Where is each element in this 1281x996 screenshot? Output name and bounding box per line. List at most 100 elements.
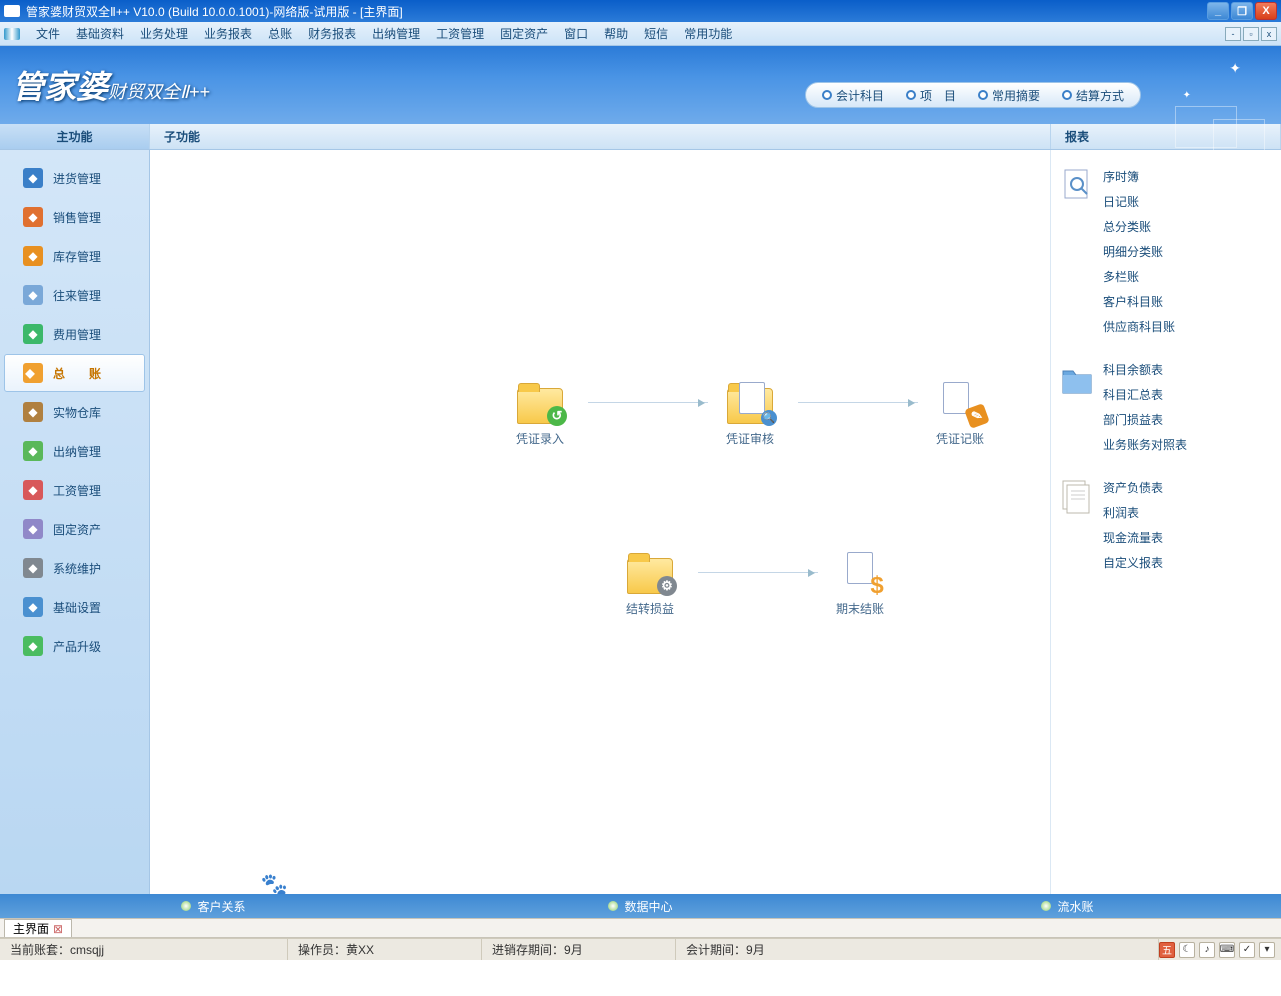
sidebar-item-系统维护[interactable]: ◆系统维护 (4, 549, 145, 587)
menu-财务报表[interactable]: 财务报表 (300, 27, 364, 41)
report-link[interactable]: 科目余额表 (1103, 361, 1187, 378)
bottom-tab-bar: 客户关系数据中心流水账 (0, 894, 1281, 918)
status-account: 当前账套：cmsqjj (0, 939, 288, 960)
report-link[interactable]: 序时簿 (1103, 168, 1175, 185)
close-tab-icon[interactable]: ⊠ (53, 922, 63, 936)
report-link[interactable]: 总分类账 (1103, 218, 1175, 235)
arrow-icon (798, 402, 918, 403)
sidebar-icon: ◆ (23, 324, 43, 344)
flow-voucher-entry[interactable]: ↺ 凭证录入 (500, 380, 580, 447)
quick-access-pill: 会计科目 项 目 常用摘要 结算方式 (805, 82, 1141, 108)
arrow-icon (698, 572, 818, 573)
quick-项 目[interactable]: 项 目 (906, 87, 956, 104)
report-link[interactable]: 利润表 (1103, 504, 1163, 521)
flow-voucher-audit[interactable]: 🔍 凭证审核 (710, 380, 790, 447)
sidebar-item-实物仓库[interactable]: ◆实物仓库 (4, 393, 145, 431)
sidebar-icon: ◆ (23, 597, 43, 617)
status-stock-period: 进销存期间：9月 (482, 939, 676, 960)
bullet-icon (978, 90, 988, 100)
menu-总账[interactable]: 总账 (260, 27, 300, 41)
report-link[interactable]: 部门损益表 (1103, 411, 1187, 428)
document-tabs: 主界面⊠ (0, 918, 1281, 938)
tray-icon[interactable]: 五 (1159, 942, 1175, 958)
sidebar-icon: ◆ (23, 363, 43, 383)
report-link[interactable]: 供应商科目账 (1103, 318, 1175, 335)
quick-会计科目[interactable]: 会计科目 (822, 87, 884, 104)
report-link[interactable]: 现金流量表 (1103, 529, 1163, 546)
close-button[interactable]: X (1255, 2, 1277, 20)
mdi-minimize-icon[interactable]: - (1225, 27, 1241, 41)
menu-基础资料[interactable]: 基础资料 (68, 27, 132, 41)
maximize-button[interactable]: ❐ (1231, 2, 1253, 20)
mdi-close-icon[interactable]: x (1261, 27, 1277, 41)
sidebar-item-进货管理[interactable]: ◆进货管理 (4, 159, 145, 197)
report-link[interactable]: 资产负债表 (1103, 479, 1163, 496)
dot-icon (608, 901, 618, 911)
flow-voucher-post[interactable]: ✎ 凭证记账 (920, 380, 1000, 447)
report-link[interactable]: 业务账务对照表 (1103, 436, 1187, 453)
minimize-button[interactable]: _ (1207, 2, 1229, 20)
report-link[interactable]: 自定义报表 (1103, 554, 1163, 571)
document-icon (1061, 479, 1093, 517)
tray-icon[interactable]: ☾ (1179, 942, 1195, 958)
menu-文件[interactable]: 文件 (28, 27, 68, 41)
flow-period-close[interactable]: $ 期末结账 (820, 550, 900, 617)
sidebar-label: 总 账 (53, 365, 107, 382)
sidebar-icon: ◆ (23, 207, 43, 227)
sidebar-item-产品升级[interactable]: ◆产品升级 (4, 627, 145, 665)
sidebar-header: 主功能 (0, 124, 150, 149)
bottom-tab-流水账[interactable]: 流水账 (854, 898, 1281, 915)
statusbar: 当前账套：cmsqjj 操作员：黄XX 进销存期间：9月 会计期间：9月 五 ☾… (0, 938, 1281, 960)
tray-icon[interactable]: ⌨ (1219, 942, 1235, 958)
quick-常用摘要[interactable]: 常用摘要 (978, 87, 1040, 104)
status-operator: 操作员：黄XX (288, 939, 482, 960)
report-link[interactable]: 多栏账 (1103, 268, 1175, 285)
sidebar-icon: ◆ (23, 480, 43, 500)
sidebar-item-总 账[interactable]: ◆ 总 账 (4, 354, 145, 392)
mdi-restore-icon[interactable]: ▫ (1243, 27, 1259, 41)
report-link[interactable]: 明细分类账 (1103, 243, 1175, 260)
menu-出纳管理[interactable]: 出纳管理 (364, 27, 428, 41)
tray-icon[interactable]: ▾ (1259, 942, 1275, 958)
menu-短信[interactable]: 短信 (636, 27, 676, 41)
menu-业务处理[interactable]: 业务处理 (132, 27, 196, 41)
sidebar-item-库存管理[interactable]: ◆库存管理 (4, 237, 145, 275)
report-link[interactable]: 客户科目账 (1103, 293, 1175, 310)
sidebar-item-出纳管理[interactable]: ◆出纳管理 (4, 432, 145, 470)
menu-固定资产[interactable]: 固定资产 (492, 27, 556, 41)
sidebar-label: 往来管理 (53, 287, 101, 304)
sidebar-item-销售管理[interactable]: ◆ 销售管理 (4, 198, 145, 236)
sidebar-item-基础设置[interactable]: ◆基础设置 (4, 588, 145, 626)
menu-业务报表[interactable]: 业务报表 (196, 27, 260, 41)
sidebar-item-工资管理[interactable]: ◆工资管理 (4, 471, 145, 509)
banner-decoration (1175, 106, 1265, 156)
sidebar-label: 费用管理 (53, 326, 101, 343)
sidebar-item-往来管理[interactable]: ◆往来管理 (4, 276, 145, 314)
report-link[interactable]: 科目汇总表 (1103, 386, 1187, 403)
menu-帮助[interactable]: 帮助 (596, 27, 636, 41)
star-icon: ✦ (1229, 60, 1241, 77)
sidebar-label: 销售管理 (53, 209, 101, 226)
dot-icon (181, 901, 191, 911)
tray-icon[interactable]: ♪ (1199, 942, 1215, 958)
menu-常用功能[interactable]: 常用功能 (676, 27, 740, 41)
quick-结算方式[interactable]: 结算方式 (1062, 87, 1124, 104)
bottom-tab-客户关系[interactable]: 客户关系 (0, 898, 427, 915)
flow-carry-profit[interactable]: ⚙ 结转损益 (610, 550, 690, 617)
sidebar-icon: ◆ (23, 636, 43, 656)
menu-窗口[interactable]: 窗口 (556, 27, 596, 41)
sidebar-label: 固定资产 (53, 521, 101, 538)
app-icon (4, 5, 20, 17)
subfunction-header: 子功能 (150, 124, 1051, 149)
report-link[interactable]: 日记账 (1103, 193, 1175, 210)
status-tray: 五 ☾ ♪ ⌨ ✓ ▾ (1159, 942, 1281, 958)
bullet-icon (822, 90, 832, 100)
window-title: 管家婆财贸双全Ⅱ++ V10.0 (Build 10.0.0.1001)-网络版… (26, 3, 403, 20)
menu-工资管理[interactable]: 工资管理 (428, 27, 492, 41)
doc-tab-main[interactable]: 主界面⊠ (4, 919, 72, 937)
sidebar-item-费用管理[interactable]: ◆ 费用管理 (4, 315, 145, 353)
product-logo: 管家婆财贸双全Ⅱ++ (12, 62, 210, 108)
tray-icon[interactable]: ✓ (1239, 942, 1255, 958)
bottom-tab-数据中心[interactable]: 数据中心 (427, 898, 854, 915)
sidebar-item-固定资产[interactable]: ◆固定资产 (4, 510, 145, 548)
